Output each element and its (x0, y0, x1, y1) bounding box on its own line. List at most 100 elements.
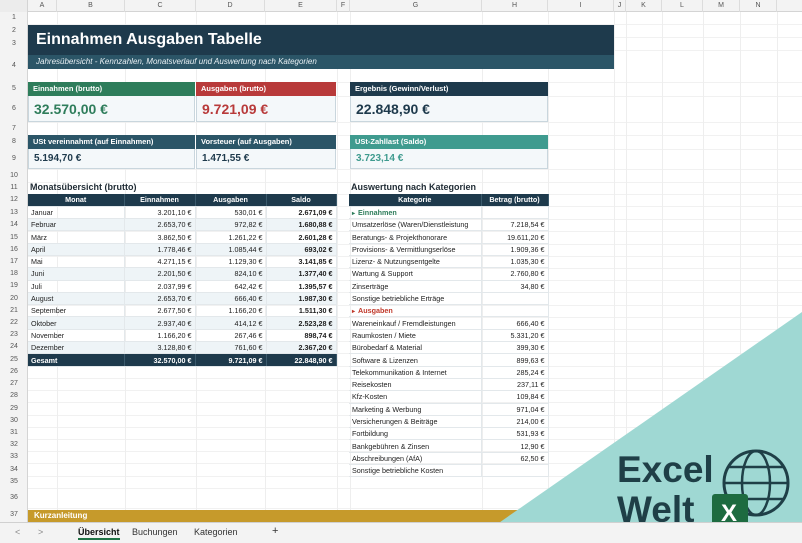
category-name[interactable]: Sonstige betriebliche Erträge (349, 292, 482, 306)
row-header-6[interactable]: 6 (0, 96, 28, 122)
column-header-e[interactable]: E (265, 0, 337, 12)
saldo-cell[interactable]: 2.671,09 € (266, 206, 337, 220)
tab-kategorien[interactable]: Kategorien (194, 527, 238, 537)
category-name[interactable]: Abschreibungen (AfA) (349, 452, 482, 466)
category-amount[interactable]: 214,00 € (481, 415, 549, 429)
tab-scroll-next-icon[interactable]: > (38, 527, 43, 537)
row-header-28[interactable]: 28 (0, 390, 28, 402)
category-amount[interactable]: 2.760,80 € (481, 267, 549, 281)
category-name[interactable]: Umsatzerlöse (Waren/Dienstleistung (349, 218, 482, 232)
row-header-2[interactable]: 2 (0, 24, 28, 37)
row-header-33[interactable]: 33 (0, 451, 28, 463)
row-header-26[interactable]: 26 (0, 366, 28, 378)
row-header-20[interactable]: 20 (0, 292, 28, 305)
category-amount[interactable]: 237,11 € (481, 378, 549, 392)
month-cell[interactable]: Juli (28, 280, 125, 293)
saldo-cell[interactable]: 3.141,85 € (266, 255, 337, 269)
row-header-29[interactable]: 29 (0, 402, 28, 415)
category-name[interactable]: Bankgebühren & Zinsen (349, 439, 482, 453)
row-header-31[interactable]: 31 (0, 427, 28, 439)
category-amount[interactable]: 399,30 € (481, 341, 549, 355)
category-amount[interactable]: 531,93 € (481, 427, 549, 441)
category-name[interactable]: Beratungs- & Projekthonorare (349, 230, 482, 244)
column-header-a[interactable]: A (28, 0, 57, 12)
category-amount[interactable]: 1.909,36 € (481, 243, 549, 256)
group-einnahmen-cell[interactable]: ▸ Einnahmen (349, 206, 482, 220)
row-header-22[interactable]: 22 (0, 317, 28, 329)
row-header-36[interactable]: 36 (0, 488, 28, 508)
expense-cell[interactable]: 824,10 € (195, 267, 267, 281)
col-category[interactable]: Kategorie (349, 194, 482, 207)
column-header-g[interactable]: G (350, 0, 482, 12)
total-cell[interactable]: Gesamt (28, 353, 125, 367)
saldo-cell[interactable]: 1.395,57 € (266, 280, 337, 293)
column-header-m[interactable]: M (703, 0, 740, 12)
category-amount[interactable]: 34,80 € (481, 280, 549, 293)
saldo-cell[interactable]: 1.511,30 € (266, 304, 337, 318)
category-amount[interactable] (481, 464, 549, 478)
col-income[interactable]: Einnahmen (124, 194, 196, 207)
income-cell[interactable]: 1.166,20 € (124, 329, 196, 343)
saldo-cell[interactable]: 693,02 € (266, 243, 337, 256)
select-all-corner[interactable] (0, 0, 28, 12)
expense-cell[interactable]: 642,42 € (195, 280, 267, 293)
income-cell[interactable]: 2.653,70 € (124, 218, 196, 232)
row-header-12[interactable]: 12 (0, 194, 28, 206)
category-amount[interactable]: 19.611,20 € (481, 230, 549, 244)
income-cell[interactable]: 2.201,50 € (124, 267, 196, 281)
saldo-cell[interactable]: 2.601,28 € (266, 230, 337, 244)
expense-cell[interactable]: 1.261,22 € (195, 230, 267, 244)
month-cell[interactable]: November (28, 329, 125, 343)
row-header-7[interactable]: 7 (0, 122, 28, 135)
row-header-23[interactable]: 23 (0, 329, 28, 341)
category-amount[interactable]: 1.035,30 € (481, 255, 549, 269)
month-cell[interactable]: Mai (28, 255, 125, 269)
saldo-cell[interactable]: 2.367,20 € (266, 341, 337, 355)
column-header-i[interactable]: I (548, 0, 614, 12)
row-header-1[interactable]: 1 (0, 12, 28, 24)
total-cell[interactable]: 22.848,90 € (266, 353, 337, 367)
income-cell[interactable]: 2.653,70 € (124, 292, 196, 306)
income-cell[interactable]: 2.037,99 € (124, 280, 196, 293)
expense-cell[interactable]: 761,60 € (195, 341, 267, 355)
expand-triangle-icon[interactable]: ▸ (352, 211, 355, 217)
month-cell[interactable]: August (28, 292, 125, 306)
add-sheet-button[interactable]: + (272, 525, 278, 537)
month-cell[interactable]: Februar (28, 218, 125, 232)
category-amount[interactable]: 285,24 € (481, 366, 549, 379)
expense-cell[interactable]: 414,12 € (195, 316, 267, 330)
category-amount[interactable]: 5.331,20 € (481, 329, 549, 343)
expense-cell[interactable]: 530,01 € (195, 206, 267, 220)
category-amount[interactable]: 666,40 € (481, 316, 549, 330)
category-name[interactable]: Wartung & Support (349, 267, 482, 281)
col-month[interactable]: Monat (28, 194, 125, 207)
row-header-11[interactable]: 11 (0, 182, 28, 194)
category-name[interactable]: Provisions- & Vermittlungserlöse (349, 243, 482, 256)
category-amount[interactable]: 899,63 € (481, 353, 549, 367)
income-cell[interactable]: 3.128,80 € (124, 341, 196, 355)
row-header-27[interactable]: 27 (0, 378, 28, 390)
column-header-l[interactable]: L (662, 0, 703, 12)
month-cell[interactable]: Januar (28, 206, 125, 220)
row-header-24[interactable]: 24 (0, 341, 28, 353)
column-header-n[interactable]: N (740, 0, 777, 12)
column-header-k[interactable]: K (626, 0, 662, 12)
category-amount[interactable]: 12,90 € (481, 439, 549, 453)
category-name[interactable]: Lizenz- & Nutzungsentgelte (349, 255, 482, 269)
row-header-13[interactable]: 13 (0, 206, 28, 219)
row-header-18[interactable]: 18 (0, 268, 28, 280)
row-header-30[interactable]: 30 (0, 415, 28, 427)
column-header-b[interactable]: B (57, 0, 125, 12)
category-amount[interactable]: 7.218,54 € (481, 218, 549, 232)
month-cell[interactable]: April (28, 243, 125, 256)
month-cell[interactable]: September (28, 304, 125, 318)
expense-cell[interactable]: 1.166,20 € (195, 304, 267, 318)
column-header-h[interactable]: H (482, 0, 548, 12)
col-amount[interactable]: Betrag (brutto) (481, 194, 549, 207)
income-cell[interactable]: 2.937,40 € (124, 316, 196, 330)
category-name[interactable]: Wareneinkauf / Fremdleistungen (349, 316, 482, 330)
row-header-9[interactable]: 9 (0, 149, 28, 169)
row-header-17[interactable]: 17 (0, 256, 28, 268)
row-header-5[interactable]: 5 (0, 82, 28, 96)
month-cell[interactable]: Oktober (28, 316, 125, 330)
